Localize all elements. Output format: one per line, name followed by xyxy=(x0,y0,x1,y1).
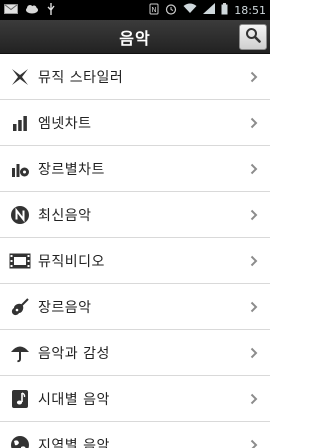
chevron-right-icon xyxy=(242,117,266,129)
menu-item-label: 뮤직비디오 xyxy=(38,253,105,270)
search-icon xyxy=(245,27,261,47)
status-bar: N 18:51 xyxy=(0,0,270,20)
menu-item-genre-chart[interactable]: 장르별차트 xyxy=(0,146,270,192)
film-icon xyxy=(2,238,38,284)
menu-item-label: 장르별차트 xyxy=(38,161,105,178)
menu-item-music-by-region[interactable]: 지역별 음악 xyxy=(0,422,270,448)
wifi-icon xyxy=(183,3,197,17)
chevron-right-icon xyxy=(242,163,266,175)
battery-icon xyxy=(221,2,228,18)
chevron-right-icon xyxy=(242,439,266,448)
cloud-icon xyxy=(25,4,39,17)
genre-chart-icon xyxy=(2,146,38,192)
svg-text:N: N xyxy=(152,6,157,14)
bar-chart-icon xyxy=(2,100,38,146)
chevron-right-icon xyxy=(242,347,266,359)
menu-item-label: 뮤직 스타일러 xyxy=(38,69,124,86)
guitar-icon xyxy=(2,284,38,330)
menu-item-new-music[interactable]: 최신음악 xyxy=(0,192,270,238)
new-music-icon xyxy=(2,192,38,238)
menu-item-label: 시대별 음악 xyxy=(38,391,110,408)
usb-icon xyxy=(46,2,56,18)
chevron-right-icon xyxy=(242,301,266,313)
signal-icon xyxy=(203,3,216,17)
alarm-icon xyxy=(165,3,177,18)
globe-icon xyxy=(2,422,38,448)
styler-icon xyxy=(2,54,38,100)
menu-item-label: 음악과 감성 xyxy=(38,345,110,362)
chevron-right-icon xyxy=(242,71,266,83)
nfc-icon: N xyxy=(149,3,159,18)
menu-item-music-styler[interactable]: 뮤직 스타일러 xyxy=(0,54,270,100)
menu-item-genre-music[interactable]: 장르음악 xyxy=(0,284,270,330)
menu-item-label: 장르음악 xyxy=(38,299,92,316)
menu-item-music-video[interactable]: 뮤직비디오 xyxy=(0,238,270,284)
mail-icon xyxy=(4,3,18,17)
menu-item-mnet-chart[interactable]: 엠넷차트 xyxy=(0,100,270,146)
music-note-icon xyxy=(2,376,38,422)
chevron-right-icon xyxy=(242,209,266,221)
menu-item-music-and-emotion[interactable]: 음악과 감성 xyxy=(0,330,270,376)
chevron-right-icon xyxy=(242,393,266,405)
chevron-right-icon xyxy=(242,255,266,267)
menu-list: 뮤직 스타일러 엠넷차트 장르별차트 최신음악 뮤직비디오 장르음악 음악과 감… xyxy=(0,54,270,448)
app-header: 음악 xyxy=(0,20,270,54)
menu-item-label: 최신음악 xyxy=(38,207,92,224)
menu-item-label: 엠넷차트 xyxy=(38,115,92,132)
status-time: 18:51 xyxy=(234,3,266,17)
page-title: 음악 xyxy=(119,28,151,48)
menu-item-music-by-era[interactable]: 시대별 음악 xyxy=(0,376,270,422)
umbrella-icon xyxy=(2,330,38,376)
menu-item-label: 지역별 음악 xyxy=(38,437,110,448)
search-button[interactable] xyxy=(239,24,267,50)
